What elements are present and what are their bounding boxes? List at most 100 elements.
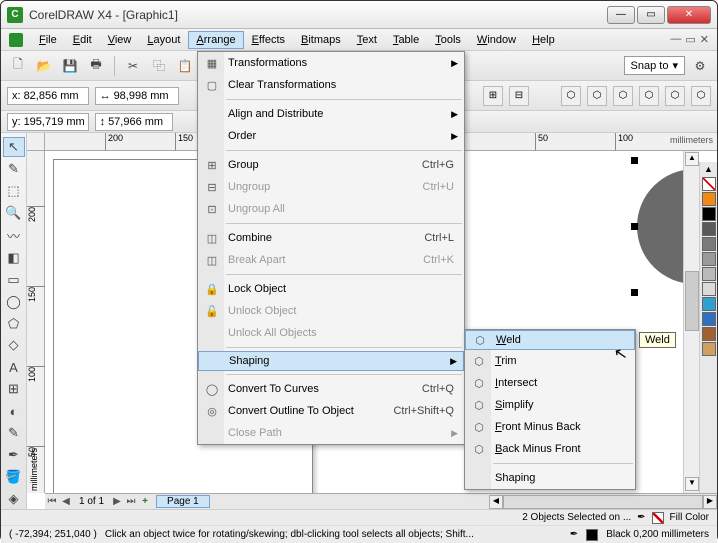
- eyedropper-icon[interactable]: ✎: [3, 423, 25, 443]
- shaping-item-front-minus-back[interactable]: ⬡Front Minus Back: [465, 416, 635, 438]
- palette-up-icon[interactable]: ▲: [702, 162, 715, 176]
- cut-icon[interactable]: ✂: [122, 55, 144, 77]
- shaping-item-shaping[interactable]: Shaping: [465, 467, 635, 489]
- prev-page-icon[interactable]: ◀: [59, 496, 73, 507]
- snap-dropdown[interactable]: Snap to▾: [624, 56, 685, 75]
- last-page-icon[interactable]: ⏭: [124, 496, 138, 507]
- palette-swatch-7[interactable]: [702, 282, 716, 296]
- shape-btn4[interactable]: ⬡: [639, 86, 659, 106]
- new-icon[interactable]: 🗋: [7, 55, 29, 77]
- ellipse-tool-icon[interactable]: ◯: [3, 292, 25, 312]
- palette-swatch-3[interactable]: [702, 222, 716, 236]
- shaping-item-simplify[interactable]: ⬡Simplify: [465, 394, 635, 416]
- basic-shapes-icon[interactable]: ◇: [3, 336, 25, 356]
- palette-swatch-0[interactable]: [702, 177, 716, 191]
- hscroll-right-icon[interactable]: ▶: [703, 495, 717, 509]
- arrange-item-convert-outline-to-object[interactable]: ◎Convert Outline To ObjectCtrl+Shift+Q: [198, 400, 464, 422]
- vertical-scrollbar[interactable]: ▲ ▼: [683, 151, 699, 493]
- shape-btn5[interactable]: ⬡: [665, 86, 685, 106]
- outline-pen-icon[interactable]: ✒: [570, 529, 578, 540]
- arrange-item-lock-object[interactable]: 🔒Lock Object: [198, 278, 464, 300]
- menu-help[interactable]: Help: [524, 31, 563, 49]
- height-coord[interactable]: ↕: [95, 113, 174, 131]
- crop-tool-icon[interactable]: ⬚: [3, 181, 25, 201]
- mdi-minimize[interactable]: —: [670, 33, 681, 46]
- hscroll-track[interactable]: [503, 495, 703, 509]
- mdi-close[interactable]: ✕: [700, 33, 709, 46]
- pick-tool-icon[interactable]: ↖: [3, 137, 25, 157]
- y-input[interactable]: [24, 116, 84, 128]
- vscroll-thumb[interactable]: [685, 271, 699, 331]
- smartfill-tool-icon[interactable]: ◧: [3, 248, 25, 268]
- zoom-tool-icon[interactable]: 🔍: [3, 203, 25, 223]
- scroll-up-icon[interactable]: ▲: [685, 152, 699, 166]
- y-coord[interactable]: y:: [7, 113, 89, 131]
- palette-swatch-2[interactable]: [702, 207, 716, 221]
- menu-table[interactable]: Table: [385, 31, 427, 49]
- freehand-tool-icon[interactable]: 〰: [3, 225, 25, 246]
- blend-tool-icon[interactable]: ◐: [3, 401, 25, 421]
- shape-btn6[interactable]: ⬡: [691, 86, 711, 106]
- menu-text[interactable]: Text: [349, 31, 385, 49]
- arrange-item-group[interactable]: ⊞GroupCtrl+G: [198, 154, 464, 176]
- fill-tool-icon[interactable]: 🪣: [3, 467, 25, 487]
- palette-swatch-1[interactable]: [702, 192, 716, 206]
- options-icon[interactable]: ⚙: [689, 55, 711, 77]
- align-btn2[interactable]: ⊟: [509, 86, 529, 106]
- fill-swatch[interactable]: [652, 512, 664, 524]
- next-page-icon[interactable]: ▶: [110, 496, 124, 507]
- paste-icon[interactable]: 📋: [174, 55, 196, 77]
- maximize-button[interactable]: ▭: [637, 6, 665, 24]
- interactive-fill-icon[interactable]: ◈: [3, 489, 25, 509]
- menu-window[interactable]: Window: [469, 31, 524, 49]
- palette-swatch-8[interactable]: [702, 297, 716, 311]
- menu-arrange[interactable]: Arrange: [188, 31, 243, 49]
- shape-tool-icon[interactable]: ✎: [3, 159, 25, 179]
- arrange-item-combine[interactable]: ◫CombineCtrl+L: [198, 227, 464, 249]
- sel-handle-nw[interactable]: [631, 157, 638, 164]
- text-tool-icon[interactable]: A: [3, 357, 25, 377]
- sel-handle-w[interactable]: [631, 223, 638, 230]
- table-tool-icon[interactable]: ⊞: [3, 379, 25, 399]
- palette-swatch-9[interactable]: [702, 312, 716, 326]
- open-icon[interactable]: 📂: [33, 55, 55, 77]
- x-coord[interactable]: x:: [7, 87, 89, 105]
- shaping-item-weld[interactable]: ⬡Weld: [465, 330, 635, 350]
- menu-layout[interactable]: Layout: [139, 31, 188, 49]
- w-input[interactable]: [114, 90, 174, 102]
- hscroll-left-icon[interactable]: ◀: [489, 495, 503, 509]
- outline-swatch[interactable]: [586, 529, 598, 541]
- outline-tool-icon[interactable]: ✒: [3, 445, 25, 465]
- shaping-item-back-minus-front[interactable]: ⬡Back Minus Front: [465, 438, 635, 460]
- palette-swatch-5[interactable]: [702, 252, 716, 266]
- page-tab[interactable]: Page 1: [156, 495, 210, 508]
- first-page-icon[interactable]: ⏮: [45, 496, 59, 507]
- ruler-origin[interactable]: [27, 133, 45, 151]
- fill-pen-icon[interactable]: ✒: [637, 512, 645, 523]
- menu-bitmaps[interactable]: Bitmaps: [293, 31, 349, 49]
- minimize-button[interactable]: —: [607, 6, 635, 24]
- shape-btn1[interactable]: ⬡: [561, 86, 581, 106]
- palette-swatch-11[interactable]: [702, 342, 716, 356]
- arrange-item-convert-to-curves[interactable]: ◯Convert To CurvesCtrl+Q: [198, 378, 464, 400]
- palette-swatch-6[interactable]: [702, 267, 716, 281]
- polygon-tool-icon[interactable]: ⬠: [3, 314, 25, 334]
- sel-handle-sw[interactable]: [631, 289, 638, 296]
- shape-btn2[interactable]: ⬡: [587, 86, 607, 106]
- print-icon[interactable]: 🖶: [85, 55, 107, 77]
- menu-edit[interactable]: Edit: [65, 31, 100, 49]
- align-btn1[interactable]: ⊞: [483, 86, 503, 106]
- shape-btn3[interactable]: ⬡: [613, 86, 633, 106]
- add-page-icon[interactable]: +: [138, 496, 152, 507]
- menu-tools[interactable]: Tools: [427, 31, 469, 49]
- shaping-item-trim[interactable]: ⬡Trim: [465, 350, 635, 372]
- scroll-down-icon[interactable]: ▼: [685, 477, 699, 491]
- copy-icon[interactable]: ⿻: [148, 55, 170, 77]
- arrange-item-clear-transformations[interactable]: ▢Clear Transformations: [198, 74, 464, 96]
- close-button[interactable]: ✕: [667, 6, 711, 24]
- menu-file[interactable]: File: [31, 31, 65, 49]
- arrange-item-align-and-distribute[interactable]: Align and Distribute▶: [198, 103, 464, 125]
- arrange-item-shaping[interactable]: Shaping▶: [198, 351, 464, 371]
- menu-view[interactable]: View: [100, 31, 140, 49]
- shaping-item-intersect[interactable]: ⬡Intersect: [465, 372, 635, 394]
